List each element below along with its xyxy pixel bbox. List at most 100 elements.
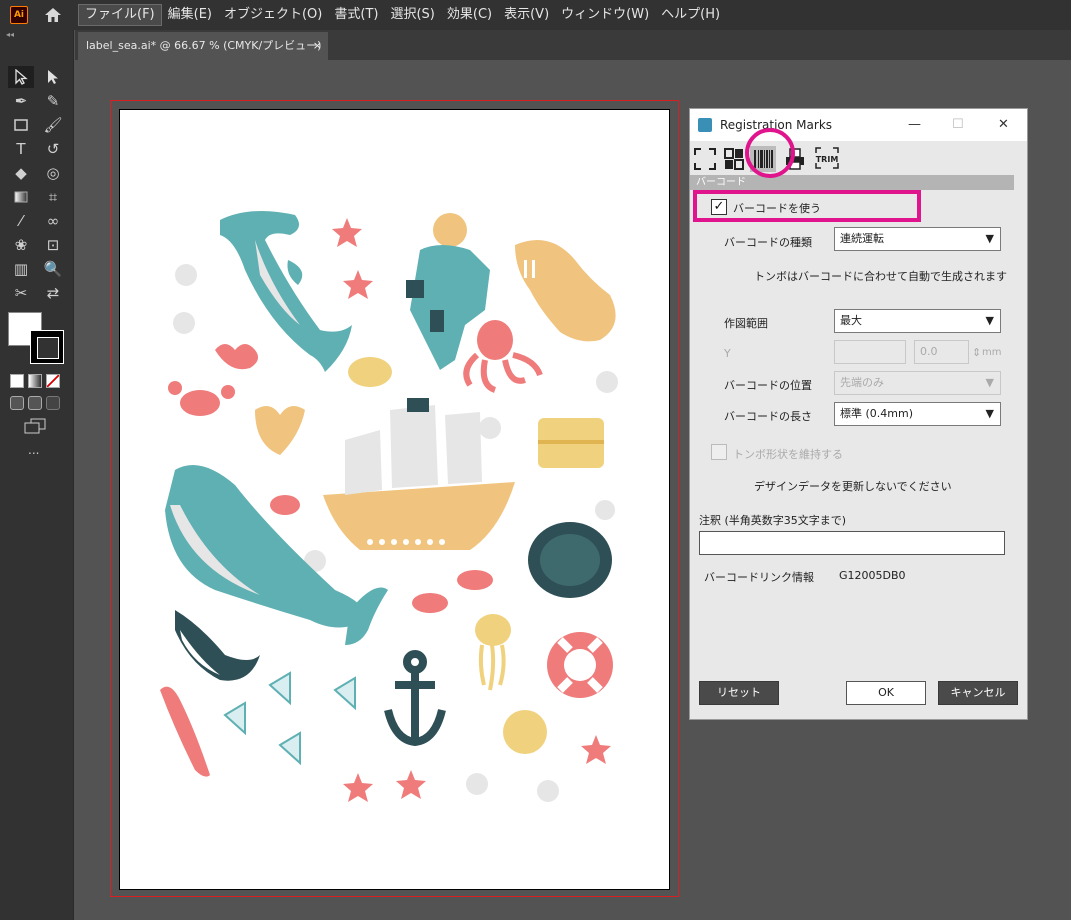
scissors-tool-icon[interactable]: ✂ — [8, 282, 34, 304]
dialog-scrollbar[interactable] — [1014, 141, 1027, 719]
y-value: 0.0 — [920, 345, 938, 358]
y-slider[interactable] — [834, 340, 906, 364]
eyedropper-tool-icon[interactable]: ⁄ — [8, 210, 34, 232]
barcode-type-value: 連続運転 — [840, 232, 884, 245]
direct-selection-tool-icon[interactable] — [40, 66, 66, 88]
fill-stroke-swatches[interactable] — [6, 310, 66, 366]
reset-button[interactable]: リセット — [699, 681, 779, 705]
y-label: Y — [724, 347, 731, 360]
jellyfish-illustration — [475, 614, 511, 691]
tab-close-icon[interactable]: × — [313, 32, 322, 60]
annotation-label: 注釈 (半角英数字35文字まで) — [699, 514, 847, 527]
barcode-type-label: バーコードの種類 — [724, 236, 812, 249]
barcode-link-label: バーコードリンク情報 — [704, 571, 814, 584]
selection-tool-icon[interactable] — [8, 66, 34, 88]
menu-type[interactable]: 書式(T) — [328, 4, 384, 26]
drawing-range-label: 作図範囲 — [724, 317, 768, 330]
menu-view[interactable]: 表示(V) — [498, 4, 555, 26]
drawing-range-select[interactable]: 最大 ▼ — [834, 309, 1001, 333]
shape-builder-tool-icon[interactable]: ◎ — [40, 162, 66, 184]
pen-tool-icon[interactable]: ✒ — [8, 90, 34, 112]
swap-colors-icon[interactable]: ⇄ — [40, 282, 66, 304]
menu-object[interactable]: オブジェクト(O) — [218, 4, 328, 26]
y-stepper-icon[interactable]: ⇕ — [972, 346, 981, 359]
draw-behind-icon[interactable] — [28, 396, 42, 410]
barcode-position-value: 先端のみ — [840, 376, 884, 389]
rotate-tool-icon[interactable]: ↺ — [40, 138, 66, 160]
menu-window[interactable]: ウィンドウ(W) — [555, 4, 655, 26]
blend-tool-icon[interactable]: ∞ — [40, 210, 66, 232]
angelfish-illustrations — [223, 671, 356, 766]
barcode-position-select[interactable]: 先端のみ ▼ — [834, 371, 1001, 395]
coral-yellow-illustration — [255, 406, 305, 455]
stroke-swatch[interactable] — [30, 330, 64, 364]
barcode-length-select[interactable]: 標準 (0.4mm) ▼ — [834, 402, 1001, 426]
annotation-input[interactable] — [699, 531, 1005, 555]
coral-red-illustration — [215, 344, 259, 370]
y-value-input[interactable]: 0.0 — [914, 340, 969, 364]
y-unit: mm — [982, 347, 1002, 358]
collapse-panel-icon[interactable]: ◂◂ — [0, 30, 73, 40]
menu-select[interactable]: 選択(S) — [384, 4, 440, 26]
symbol-sprayer-tool-icon[interactable]: ❀ — [8, 234, 34, 256]
graph-tool-icon[interactable]: ▥ — [8, 258, 34, 280]
paintbrush-tool-icon[interactable]: 🖌 — [40, 114, 66, 136]
dialog-body: TRIM バーコード ✓ バーコードを使う バーコードの種類 連続運転 ▼ トン… — [690, 141, 1027, 719]
document-tab[interactable]: label_sea.ai* @ 66.67 % (CMYK/プレビュー) × — [78, 32, 328, 60]
menu-edit[interactable]: 編集(E) — [162, 4, 218, 26]
highlight-rectangle — [693, 190, 921, 222]
screen-mode-icon[interactable] — [24, 418, 73, 437]
trim-icon[interactable]: TRIM — [814, 146, 840, 172]
menu-effect[interactable]: 効果(C) — [441, 4, 498, 26]
treasure-chest-illustration — [538, 418, 604, 468]
close-icon[interactable]: ✕ — [998, 117, 1009, 132]
sponge-illustration — [348, 357, 392, 387]
app-logo: Ai — [10, 6, 28, 24]
menu-help[interactable]: ヘルプ(H) — [655, 4, 726, 26]
walrus-illustration — [515, 240, 616, 342]
none-mode-icon[interactable] — [46, 374, 60, 388]
register-marks-icon[interactable] — [724, 146, 744, 172]
artboard[interactable] — [119, 109, 670, 890]
menu-bar: Ai ファイル(F) 編集(E) オブジェクト(O) 書式(T) 選択(S) 効… — [0, 0, 1071, 30]
chevron-down-icon: ▼ — [985, 407, 994, 420]
crab-illustration — [168, 381, 235, 416]
document-tab-title: label_sea.ai* @ 66.67 % (CMYK/プレビュー) — [86, 39, 322, 52]
color-mode-icon[interactable] — [10, 374, 24, 388]
gradient-tool-icon[interactable] — [8, 186, 34, 208]
maximize-icon[interactable]: ☐ — [952, 117, 964, 132]
barcode-length-value: 標準 (0.4mm) — [840, 407, 914, 420]
zoom-tool-icon[interactable]: 🔍 — [40, 258, 66, 280]
sea-illustration — [160, 211, 618, 802]
eraser-tool-icon[interactable]: ◆ — [8, 162, 34, 184]
ok-button[interactable]: OK — [846, 681, 926, 705]
crop-marks-icon[interactable] — [692, 146, 718, 172]
more-tools-icon[interactable]: ... — [28, 443, 73, 457]
artboard-tool-icon[interactable]: ⊡ — [40, 234, 66, 256]
barcode-type-select[interactable]: 連続運転 ▼ — [834, 227, 1001, 251]
draw-inside-icon[interactable] — [46, 396, 60, 410]
no-update-note: デザインデータを更新しないでください — [754, 480, 952, 493]
highlight-circle — [745, 128, 795, 178]
curvature-tool-icon[interactable]: ✎ — [40, 90, 66, 112]
barcode-length-label: バーコードの長さ — [724, 410, 812, 423]
diver-illustration — [406, 213, 490, 370]
octopus-illustration — [463, 320, 543, 393]
dialog-titlebar[interactable]: Registration Marks — ☐ ✕ — [690, 109, 1027, 141]
minimize-icon[interactable]: — — [908, 117, 921, 132]
menu-file[interactable]: ファイル(F) — [78, 4, 162, 26]
cancel-button[interactable]: キャンセル — [938, 681, 1018, 705]
home-icon[interactable] — [42, 5, 64, 25]
mesh-tool-icon[interactable]: ⌗ — [40, 186, 66, 208]
draw-normal-icon[interactable] — [10, 396, 24, 410]
gradient-mode-icon[interactable] — [28, 374, 42, 388]
chevron-down-icon: ▼ — [985, 314, 994, 327]
document-tab-strip: label_sea.ai* @ 66.67 % (CMYK/プレビュー) × — [75, 30, 1071, 60]
type-tool-icon[interactable]: T — [8, 138, 34, 160]
keep-shape-label: トンボ形状を維持する — [733, 448, 843, 461]
plugin-app-icon — [698, 118, 712, 132]
chevron-down-icon: ▼ — [985, 232, 994, 245]
rectangle-tool-icon[interactable] — [8, 114, 34, 136]
trim-label: TRIM — [815, 154, 839, 164]
keep-shape-checkbox[interactable] — [711, 444, 727, 460]
